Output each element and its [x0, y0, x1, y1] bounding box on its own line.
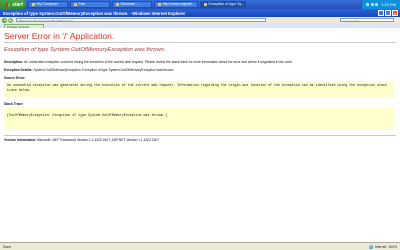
start-label: start	[12, 1, 23, 8]
page-title: Server Error in '/' Application.	[4, 31, 115, 41]
title-divider	[4, 42, 396, 43]
stack-trace-box: [OutOfMemoryException: Exception of type…	[4, 108, 394, 130]
status-bar: Done Internet 100%	[0, 242, 400, 250]
taskbar-item-windows[interactable]: Windows ...	[112, 1, 152, 8]
exception-details-text: System.OutOfMemoryException: Exception o…	[33, 68, 175, 72]
system-tray: 1:23 PM	[361, 0, 400, 9]
ie-icon	[204, 3, 207, 6]
search-input[interactable]: Live Search	[340, 17, 394, 23]
zone-label: Internet	[374, 244, 387, 249]
forward-button[interactable]: ▶	[8, 17, 13, 23]
back-button[interactable]: ◀	[2, 17, 7, 23]
source-error-box: An unhandled exception was generated dur…	[4, 81, 394, 97]
stack-trace-label: Stack Trace:	[4, 102, 24, 106]
windows-logo-icon	[6, 2, 11, 7]
taskbar-item-register[interactable]: http://www.register...	[154, 1, 198, 8]
start-button[interactable]: start	[0, 0, 26, 9]
clock[interactable]: 1:23 PM	[381, 2, 396, 7]
window-titlebar: Exception of type System.OutOfMemoryExce…	[0, 9, 400, 17]
taskbar-item-pad[interactable]: Pad	[70, 1, 110, 8]
close-button[interactable]: ×	[392, 10, 398, 16]
source-error-label: Source Error:	[4, 76, 26, 80]
exception-details-label: Exception Details:	[4, 68, 33, 72]
ie-icon	[158, 3, 161, 6]
page-content: Server Error in '/' Application. Excepti…	[0, 28, 400, 242]
url-input[interactable]: http://example.server.net/book/login.asp…	[16, 17, 266, 23]
version-text: Microsoft .NET Framework Version:1.1.432…	[36, 138, 160, 142]
exception-details: Exception Details: System.OutOfMemoryExc…	[4, 68, 396, 72]
footer-divider	[4, 135, 396, 136]
version-information: Version Information: Microsoft .NET Fram…	[4, 138, 159, 142]
volume-icon[interactable]	[370, 3, 374, 6]
window-icon	[116, 3, 119, 6]
folder-icon	[32, 3, 35, 6]
description-label: Description:	[4, 60, 24, 64]
security-icon[interactable]	[375, 3, 379, 6]
globe-icon	[368, 244, 373, 249]
maximize-button[interactable]: □	[385, 10, 391, 16]
taskbar: start My Computer Pad Windows ... http:/…	[0, 0, 400, 9]
network-icon[interactable]	[366, 3, 370, 6]
description: Description: An unhandled exception occu…	[4, 60, 396, 64]
taskbar-item-my-computer[interactable]: My Computer	[28, 1, 68, 8]
exception-title: Exception of type System.OutOfMemoryExce…	[4, 47, 166, 53]
minimize-button[interactable]: _	[378, 10, 384, 16]
description-text: An unhandled exception occurred during t…	[23, 60, 293, 64]
taskbar-item-exception[interactable]: Exception of type Sy...	[200, 1, 246, 8]
window-title: Exception of type System.OutOfMemoryExce…	[3, 10, 186, 16]
version-label: Version Information:	[4, 138, 37, 142]
notepad-icon	[74, 3, 77, 6]
zoom-level[interactable]: 100%	[388, 245, 397, 249]
status-text: Done	[3, 244, 12, 249]
